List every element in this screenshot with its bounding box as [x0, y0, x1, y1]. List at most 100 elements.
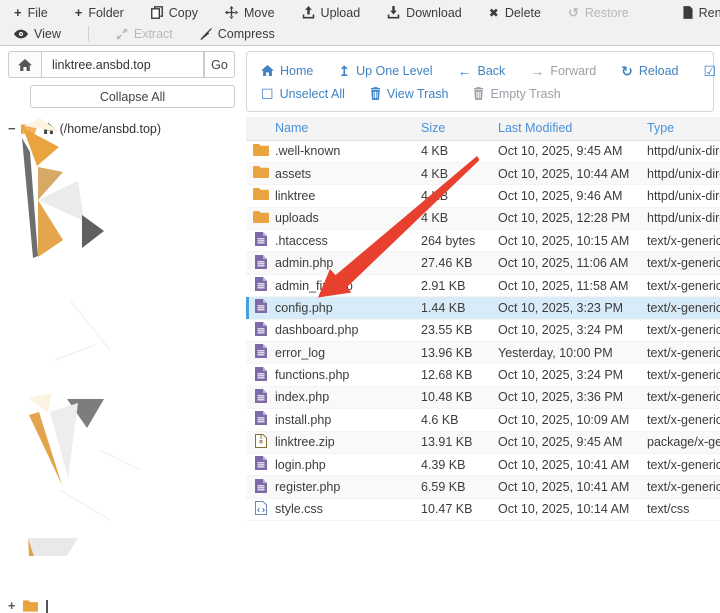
- nav-row-1: Home↥Up One Level←Back→Forward↻Reload☑Se…: [261, 59, 703, 82]
- toolbar-upload[interactable]: Upload: [302, 6, 361, 20]
- toolbar-extract[interactable]: Extract: [116, 27, 173, 41]
- file-size: 4 KB: [421, 207, 498, 229]
- toolbar-restore[interactable]: ↺Restore: [568, 6, 629, 20]
- toolbar-move[interactable]: Move: [225, 6, 275, 20]
- folder-icon: [23, 600, 38, 612]
- table-row[interactable]: admin.php27.46 KBOct 10, 2025, 11:06 AMt…: [246, 252, 720, 274]
- copy-icon: [151, 6, 163, 19]
- table-row[interactable]: error_log13.96 KBYesterday, 10:00 PMtext…: [246, 342, 720, 364]
- collapse-all-button[interactable]: Collapse All: [30, 85, 235, 108]
- file-size: 10.48 KB: [421, 386, 498, 408]
- file-type: text/x-generic: [647, 319, 720, 341]
- home-path-button[interactable]: [8, 51, 42, 78]
- file-type: httpd/unix-direc: [647, 185, 720, 207]
- tree-expand-icon[interactable]: +: [8, 599, 15, 613]
- file-type: package/x-gene: [647, 431, 720, 453]
- table-row[interactable]: linktree4 KBOct 10, 2025, 9:46 AMhttpd/u…: [246, 185, 720, 207]
- toolbar-compress[interactable]: Compress: [200, 27, 275, 41]
- go-button[interactable]: Go: [204, 51, 235, 78]
- folder-icon: [253, 166, 269, 178]
- table-row[interactable]: config.php1.44 KBOct 10, 2025, 3:23 PMte…: [246, 297, 720, 319]
- table-row[interactable]: register.php6.59 KBOct 10, 2025, 10:41 A…: [246, 476, 720, 498]
- table-row[interactable]: functions.php12.68 KBOct 10, 2025, 3:24 …: [246, 364, 720, 386]
- table-row[interactable]: index.php10.48 KBOct 10, 2025, 3:36 PMte…: [246, 386, 720, 408]
- css-icon: [255, 501, 267, 515]
- tree-root-item[interactable]: − (/home/ansbd.top): [8, 121, 242, 136]
- file-modified: Oct 10, 2025, 12:28 PM: [498, 207, 647, 229]
- file-icon: [255, 277, 267, 291]
- file-size: 4.39 KB: [421, 453, 498, 475]
- file-modified: Oct 10, 2025, 3:24 PM: [498, 319, 647, 341]
- toolbar-folder[interactable]: +Folder: [75, 6, 124, 20]
- file-type: text/x-generic: [647, 274, 720, 296]
- path-input[interactable]: [42, 51, 204, 78]
- table-row[interactable]: .well-known4 KBOct 10, 2025, 9:45 AMhttp…: [246, 140, 720, 162]
- file-icon: [255, 322, 267, 336]
- file-modified: Oct 10, 2025, 11:06 AM: [498, 252, 647, 274]
- nav-reload[interactable]: ↻Reload: [621, 64, 678, 78]
- toolbar-row-2: View Extract Compress: [14, 23, 720, 44]
- file-size: 1.44 KB: [421, 297, 498, 319]
- nav-back[interactable]: ←Back: [458, 64, 506, 78]
- column-header-type[interactable]: Type: [647, 117, 720, 140]
- file-type: text/x-generic: [647, 230, 720, 252]
- toolbar-delete[interactable]: ✖Delete: [489, 6, 541, 20]
- delete-icon: ✖: [489, 7, 499, 19]
- file-size: 27.46 KB: [421, 252, 498, 274]
- navigation-panel: Home↥Up One Level←Back→Forward↻Reload☑Se…: [246, 51, 714, 112]
- file-name: admin_fix.php: [275, 274, 421, 296]
- table-row[interactable]: .htaccess264 bytesOct 10, 2025, 10:15 AM…: [246, 230, 720, 252]
- table-row[interactable]: assets4 KBOct 10, 2025, 10:44 AMhttpd/un…: [246, 162, 720, 184]
- nav-home[interactable]: Home: [261, 64, 313, 78]
- file-icon: [255, 255, 267, 269]
- column-header-size[interactable]: Size: [421, 117, 498, 140]
- file-name: functions.php: [275, 364, 421, 386]
- file-modified: Oct 10, 2025, 3:23 PM: [498, 297, 647, 319]
- table-row[interactable]: install.php4.6 KBOct 10, 2025, 10:09 AMt…: [246, 409, 720, 431]
- column-header-modified[interactable]: Last Modified: [498, 117, 647, 140]
- file-name: linktree: [275, 185, 421, 207]
- tree-item-partial[interactable]: +: [8, 599, 48, 613]
- file-icon: [255, 456, 267, 470]
- table-row[interactable]: login.php4.39 KBOct 10, 2025, 10:41 AMte…: [246, 453, 720, 475]
- file-size: 4 KB: [421, 162, 498, 184]
- trash-icon: [473, 87, 484, 100]
- plus-icon: +: [14, 6, 22, 19]
- nav-up-one-level[interactable]: ↥Up One Level: [338, 64, 432, 78]
- tree-collapse-icon[interactable]: −: [8, 121, 16, 136]
- move-icon: [225, 6, 238, 19]
- table-row[interactable]: uploads4 KBOct 10, 2025, 12:28 PMhttpd/u…: [246, 207, 720, 229]
- file-type: text/x-generic: [647, 364, 720, 386]
- toolbar-row-1: +File +Folder Copy Move Upload Download ✖Delet…: [14, 2, 720, 23]
- toolbar-view[interactable]: View: [14, 27, 61, 41]
- file-modified: Oct 10, 2025, 10:14 AM: [498, 498, 647, 520]
- forward-icon: →: [530, 64, 544, 78]
- file-type: text/css: [647, 498, 720, 520]
- file-type: text/x-generic: [647, 342, 720, 364]
- trash-icon: [370, 87, 381, 100]
- nav-view-trash[interactable]: View Trash: [370, 87, 449, 101]
- nav-empty-trash[interactable]: Empty Trash: [473, 87, 560, 101]
- extract-icon: [116, 28, 128, 40]
- zip-icon: [255, 434, 267, 448]
- nav-unselect-all[interactable]: ☐Unselect All: [261, 87, 345, 101]
- column-header-name[interactable]: Name: [275, 117, 421, 140]
- file-icon: [255, 411, 267, 425]
- nav-forward[interactable]: →Forward: [530, 64, 596, 78]
- home-icon: [18, 59, 32, 71]
- file-name: style.css: [275, 498, 421, 520]
- table-row[interactable]: dashboard.php23.55 KBOct 10, 2025, 3:24 …: [246, 319, 720, 341]
- column-header-icon: [246, 117, 275, 140]
- toolbar-rename[interactable]: Rename: [683, 6, 720, 20]
- toolbar-copy[interactable]: Copy: [151, 6, 198, 20]
- file-size: 10.47 KB: [421, 498, 498, 520]
- table-row[interactable]: admin_fix.php2.91 KBOct 10, 2025, 11:58 …: [246, 274, 720, 296]
- tree-text-cursor: [46, 600, 48, 613]
- table-row[interactable]: style.css10.47 KBOct 10, 2025, 10:14 AMt…: [246, 498, 720, 520]
- toolbar-download[interactable]: Download: [387, 6, 462, 20]
- file-modified: Oct 10, 2025, 10:41 AM: [498, 453, 647, 475]
- table-row[interactable]: linktree.zip13.91 KBOct 10, 2025, 9:45 A…: [246, 431, 720, 453]
- toolbar-file[interactable]: +File: [14, 6, 48, 20]
- file-icon: [255, 479, 267, 493]
- nav-select-all[interactable]: ☑Select All: [704, 64, 720, 78]
